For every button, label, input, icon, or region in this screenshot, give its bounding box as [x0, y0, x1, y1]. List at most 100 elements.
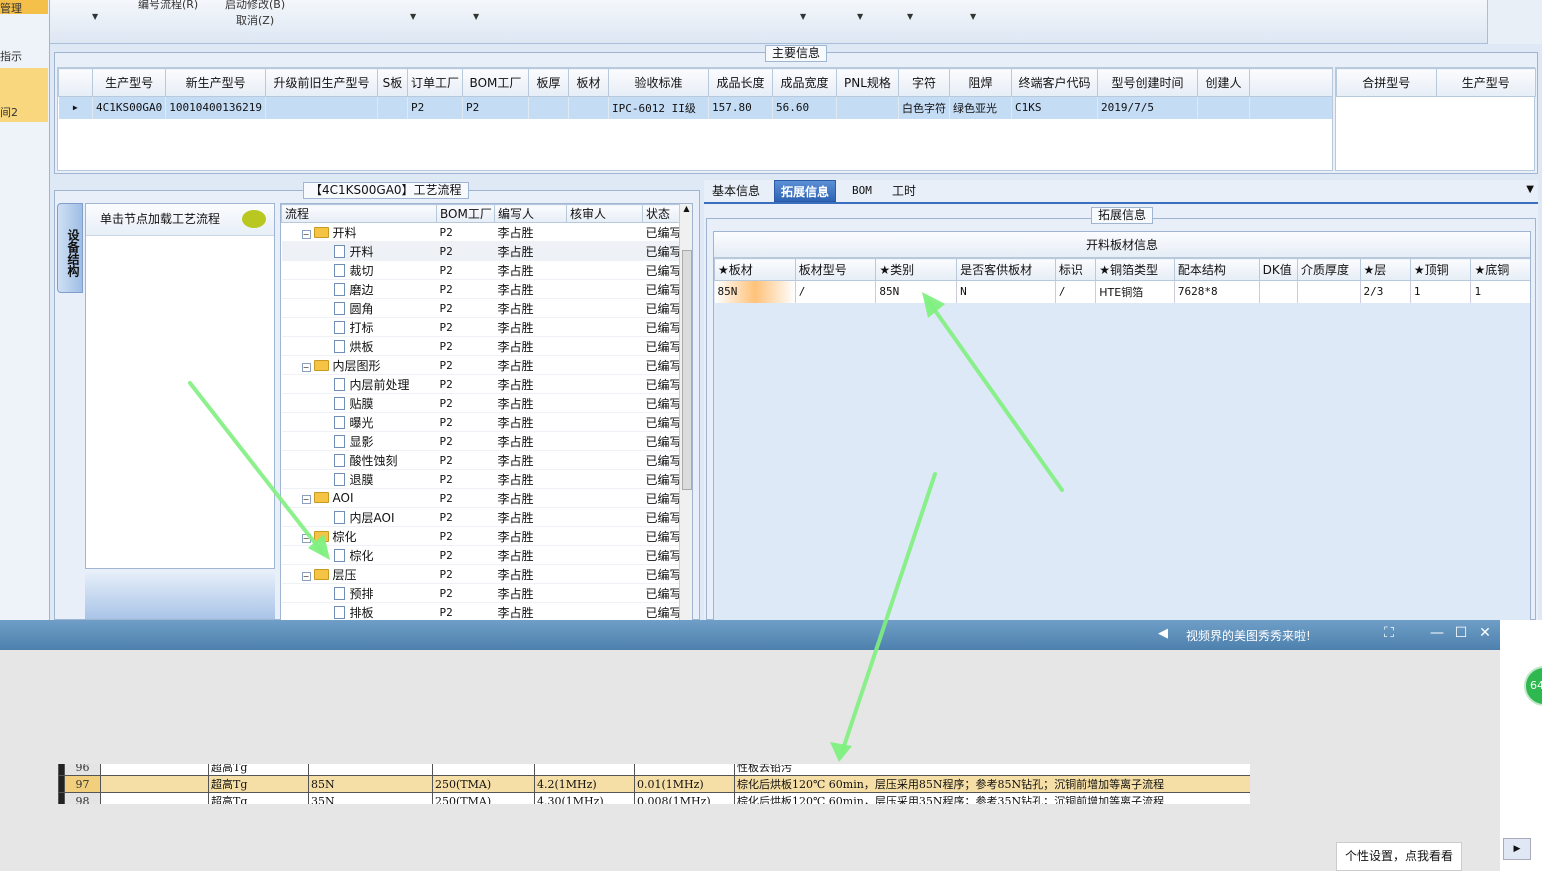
tree-row[interactable]: 退膜 P2 李占胜 已编写 — [281, 469, 682, 489]
tree-node[interactable]: 裁切 — [281, 260, 437, 280]
ext-col-header[interactable]: 板材型号 — [794, 258, 877, 281]
col-header[interactable]: 板厚 — [527, 68, 569, 97]
cell[interactable]: P2 — [462, 96, 529, 119]
scroll-right-icon[interactable]: ▶ — [1503, 838, 1531, 860]
col-header[interactable]: 升级前旧生产型号 — [264, 68, 378, 97]
col-header[interactable]: 终端客户代码 — [1010, 68, 1098, 97]
ext-col-header[interactable]: 介质厚度 — [1296, 258, 1361, 281]
tree-row[interactable]: 贴膜 P2 李占胜 已编写 — [281, 393, 682, 413]
ext-col-header[interactable]: ★顶铜 — [1409, 258, 1472, 281]
tree-col-header[interactable]: 编写人 — [494, 204, 567, 223]
nav-item-room[interactable]: 间2 — [0, 68, 48, 122]
tree-node[interactable]: 内层前处理 — [281, 374, 437, 394]
table-row[interactable]: 85N/85N N / HTE铜箔 7628*8 2/3 1 1 — [714, 280, 1530, 303]
cell[interactable]: 4C1KS00GA0 — [92, 96, 167, 119]
nav-item-guide[interactable]: 指示 — [0, 48, 48, 64]
tree-row[interactable]: 裁切 P2 李占胜 已编写 — [281, 260, 682, 280]
tree-row[interactable]: − AOI P2 李占胜 已编写 — [281, 488, 682, 508]
toolbar-start-modify[interactable]: 启动修改(B) — [225, 0, 285, 12]
minimize-icon[interactable]: — — [1428, 625, 1446, 641]
tree-col-header[interactable]: BOM工厂 — [436, 204, 495, 223]
tree-row[interactable]: 磨边 P2 李占胜 已编写 — [281, 279, 682, 299]
cell[interactable] — [568, 96, 609, 119]
tree-scrollbar[interactable]: ▲ — [679, 204, 692, 620]
tree-node[interactable]: − AOI — [281, 488, 437, 508]
cell[interactable] — [1197, 96, 1250, 119]
tree-row[interactable]: 曝光 P2 李占胜 已编写 — [281, 412, 682, 432]
maximize-icon[interactable]: ☐ — [1452, 625, 1470, 641]
ext-col-header[interactable]: ★类别 — [875, 258, 958, 281]
tree-col-header[interactable]: 状态 — [642, 204, 682, 223]
ext-col-header[interactable]: ★板材 — [714, 258, 796, 281]
ext-cell[interactable]: 1 — [1470, 280, 1530, 303]
ext-cell[interactable]: HTE铜箔 — [1095, 280, 1175, 303]
tree-col-header[interactable]: 流程 — [281, 204, 437, 223]
tree-node[interactable]: − 层压 — [281, 564, 437, 584]
ext-cell[interactable] — [1259, 280, 1298, 303]
col-header[interactable]: PNL规格 — [835, 68, 899, 97]
ext-cell[interactable]: 2/3 — [1360, 280, 1411, 303]
collapse-icon[interactable]: − — [301, 362, 311, 372]
tree-row[interactable]: 酸性蚀刻 P2 李占胜 已编写 — [281, 450, 682, 470]
cell[interactable] — [836, 96, 899, 119]
tab-extended-info[interactable]: 拓展信息 — [774, 180, 837, 202]
col-production-model[interactable]: 生产型号 — [1435, 68, 1536, 97]
tree-node[interactable]: 棕化 — [281, 545, 437, 565]
ext-cell[interactable]: / — [1055, 280, 1097, 303]
tree-node[interactable]: − 棕化 — [281, 526, 437, 546]
cell[interactable]: 2019/7/5 — [1097, 96, 1198, 119]
toolbar-number-flow[interactable]: 编号流程(R) — [138, 0, 198, 12]
chevron-down-icon[interactable]: ▼ — [800, 12, 806, 21]
collapse-icon[interactable]: − — [301, 495, 311, 504]
tree-row[interactable]: 内层AOI P2 李占胜 已编写 — [281, 507, 682, 527]
ext-cell[interactable]: 1 — [1410, 280, 1472, 303]
tree-row[interactable]: 圆角 P2 李占胜 已编写 — [281, 298, 682, 318]
chevron-down-icon[interactable]: ▼ — [970, 12, 976, 21]
close-icon[interactable]: ✕ — [1476, 625, 1494, 641]
tree-row[interactable]: 内层前处理 P2 李占胜 已编写 — [281, 374, 682, 394]
col-header[interactable]: BOM工厂 — [461, 68, 529, 97]
tree-node[interactable]: − 开料 — [281, 222, 437, 242]
tab-basic-info[interactable]: 基本信息 — [706, 180, 766, 202]
col-header[interactable]: 板材 — [567, 68, 609, 97]
tree-node[interactable]: − 内层图形 — [281, 355, 437, 375]
fit-screen-icon[interactable]: ⛶ — [1380, 625, 1398, 641]
cell[interactable]: 157.80 — [708, 96, 773, 119]
collapse-icon[interactable]: − — [301, 571, 311, 581]
tree-col-header[interactable]: 核审人 — [566, 204, 643, 223]
cell[interactable]: 绿色亚光 — [949, 96, 1012, 119]
tree-row[interactable]: 棕化 P2 李占胜 已编写 — [281, 545, 682, 565]
tree-node[interactable]: 圆角 — [281, 298, 437, 318]
col-merge-model[interactable]: 合拼型号 — [1336, 68, 1437, 97]
tree-row[interactable]: − 开料 P2 李占胜 已编写 — [281, 222, 682, 242]
tree-row[interactable]: 烘板 P2 李占胜 已编写 — [281, 336, 682, 356]
tree-node[interactable]: 开料 — [281, 241, 437, 261]
col-header[interactable]: 阻焊 — [948, 68, 1012, 97]
tree-row[interactable]: − 层压 P2 李占胜 已编写 — [281, 564, 682, 584]
tree-node[interactable]: 贴膜 — [281, 393, 437, 413]
ext-cell[interactable]: / — [795, 280, 877, 303]
ext-cell[interactable]: 7628*8 — [1174, 280, 1260, 303]
tab-bom[interactable]: BOM — [846, 180, 878, 202]
col-header[interactable]: 新生产型号 — [165, 68, 266, 97]
ext-cell[interactable]: 85N — [875, 280, 958, 303]
ext-col-header[interactable]: ★层 — [1359, 258, 1411, 281]
chevron-down-icon[interactable]: ▼ — [857, 12, 863, 21]
personal-settings-tooltip[interactable]: 个性设置，点我看看 — [1336, 842, 1462, 871]
ext-col-header[interactable]: DK值 — [1258, 258, 1298, 281]
col-header[interactable]: 生产型号 — [91, 68, 167, 97]
col-header[interactable]: 验收标准 — [607, 68, 709, 97]
chevron-down-icon[interactable]: ▼ — [1526, 184, 1534, 195]
tree-row[interactable]: 排板 P2 李占胜 已编写 — [281, 602, 682, 620]
scrollbar-thumb[interactable] — [682, 250, 692, 490]
overlay-titlebar[interactable]: ◀ 视频界的美图秀秀来啦! ⛶ — ☐ ✕ — [0, 620, 1500, 650]
chevron-down-icon[interactable]: ▼ — [92, 12, 98, 21]
toolbar-cancel[interactable]: 取消(Z) — [236, 12, 274, 28]
scroll-up-icon[interactable]: ▲ — [680, 204, 692, 213]
tree-node[interactable]: 打标 — [281, 317, 437, 337]
col-header[interactable]: 创建人 — [1196, 68, 1250, 97]
tree-row[interactable]: 开料 P2 李占胜 已编写 — [281, 241, 682, 261]
tree-node[interactable]: 排板 — [281, 602, 437, 620]
tree-row[interactable]: 预排 P2 李占胜 已编写 — [281, 583, 682, 603]
ext-col-header[interactable]: 配本结构 — [1173, 258, 1260, 281]
